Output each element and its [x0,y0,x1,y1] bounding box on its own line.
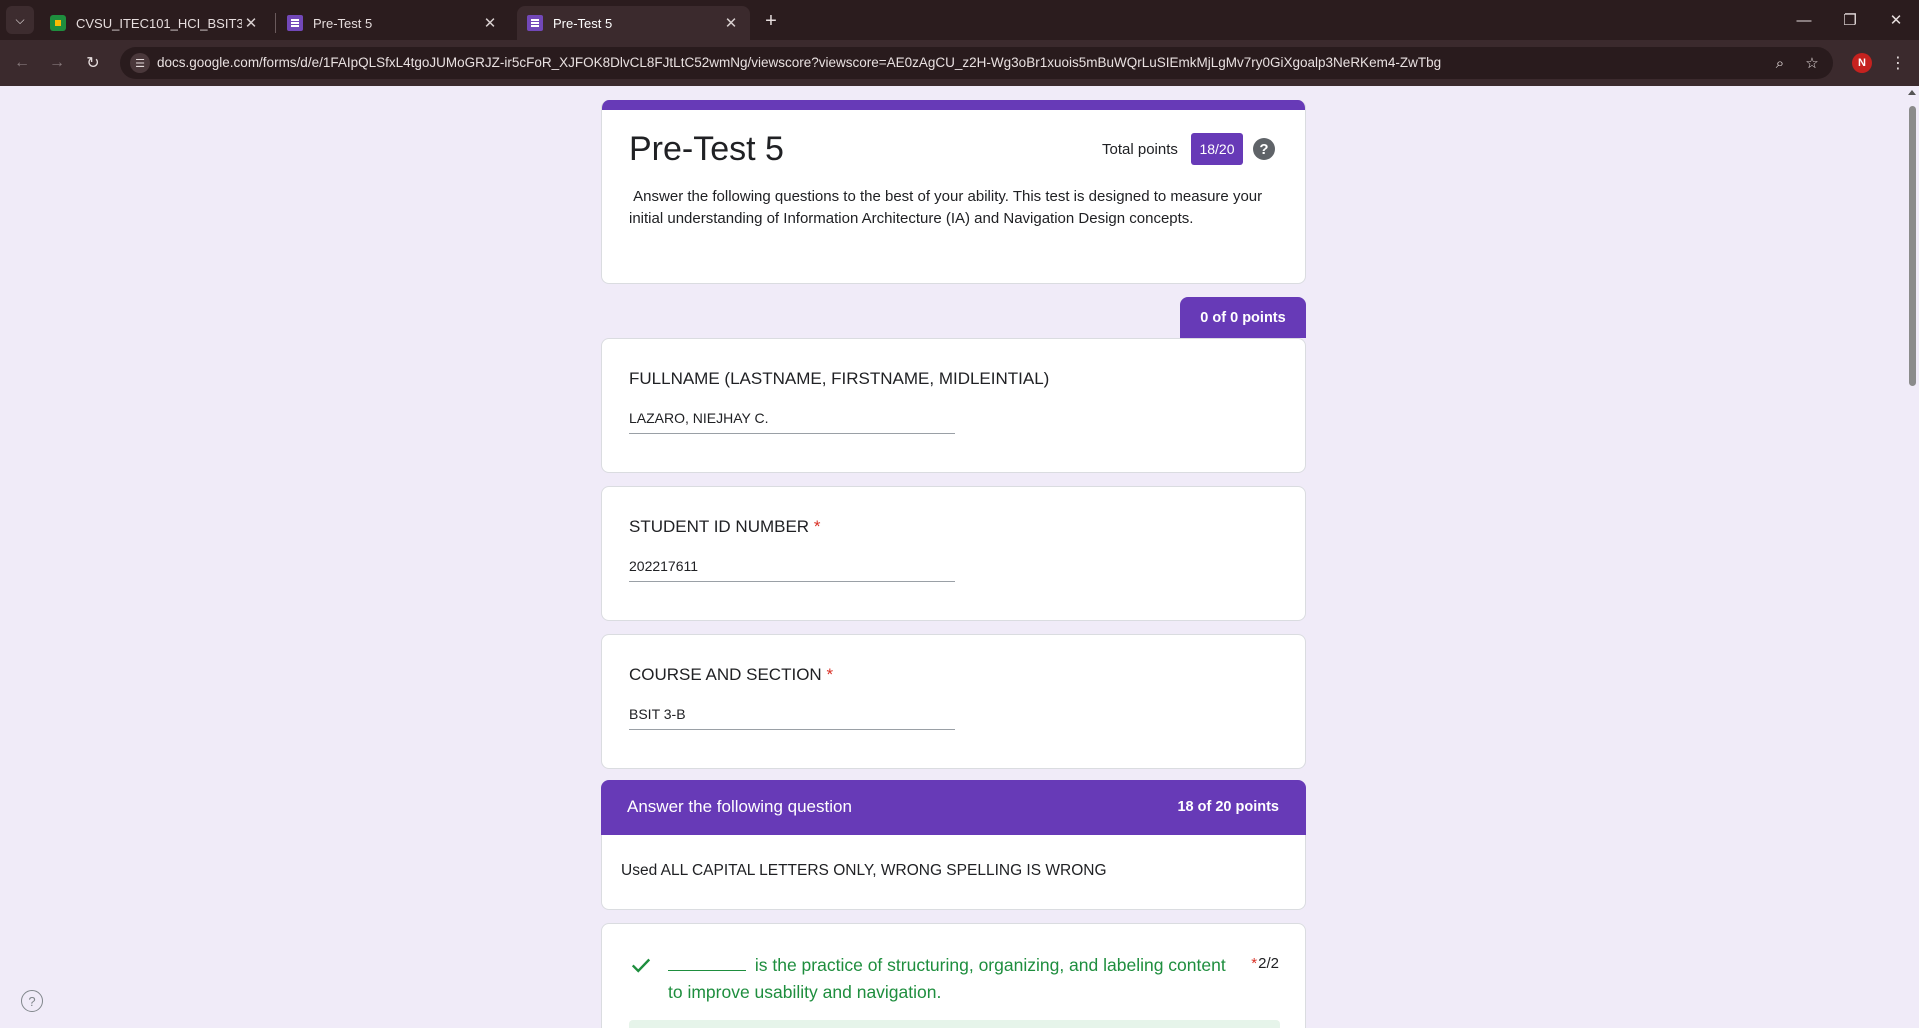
tab-search-button[interactable]: ⌵ [6,6,34,34]
browser-tab-pretest-active[interactable]: Pre-Test 5 ✕ [517,6,750,40]
question-score: *2/2 [1251,955,1279,972]
minimize-icon: — [1796,11,1812,29]
help-circle-icon[interactable]: ? [21,990,43,1012]
back-button[interactable]: ← [8,49,36,77]
answer-value: 202217611 [629,558,955,582]
browser-menu-button[interactable]: ⋮ [1888,50,1908,76]
scrollbar-thumb[interactable] [1909,106,1916,386]
bookmark-star-icon[interactable]: ☆ [1802,53,1822,73]
browser-toolbar: ← → ↻ ☰ docs.google.com/forms/d/e/1FAIpQ… [0,40,1919,86]
plus-icon: + [765,9,777,32]
arrow-right-icon: → [49,54,65,71]
scroll-up-arrow-icon[interactable] [1908,90,1916,95]
required-asterisk: * [1251,955,1258,972]
required-asterisk: * [813,517,821,536]
correct-check-icon [631,958,651,973]
required-asterisk: * [826,665,834,684]
site-info-icon[interactable]: ☰ [130,53,150,73]
total-points-label: Total points [1102,141,1178,158]
new-tab-button[interactable]: + [758,8,784,34]
section-title: Answer the following question [627,797,852,816]
question-title: FULLNAME (LASTNAME, FIRSTNAME, MIDLEINTI… [629,369,1049,389]
google-forms-icon [527,15,543,31]
fill-blank-line [668,953,746,971]
browser-tab-chat[interactable]: CVSU_ITEC101_HCI_BSIT3B - Ch ✕ [40,6,270,40]
address-bar[interactable]: ☰ docs.google.com/forms/d/e/1FAIpQLSfxL4… [120,47,1833,79]
question-score-value: 2/2 [1258,955,1279,972]
restore-button[interactable]: ❐ [1827,0,1873,40]
intro-section-points: 0 of 0 points [1180,297,1306,338]
page-scrollbar[interactable] [1905,86,1919,1028]
google-forms-icon [287,15,303,31]
question-title-text: STUDENT ID NUMBER [629,517,810,536]
zoom-icon[interactable]: ⌕ [1770,53,1790,73]
section-description-card: Used ALL CAPITAL LETTERS ONLY, WRONG SPE… [601,835,1306,910]
more-vert-icon: ⋮ [1890,55,1906,72]
form-description: Answer the following questions to the be… [629,188,1267,227]
url-text[interactable]: docs.google.com/forms/d/e/1FAIpQLSfxL4tg… [157,55,1441,70]
browser-tab-pretest[interactable]: Pre-Test 5 ✕ [277,6,509,40]
question-card-course-section: COURSE AND SECTION * BSIT 3-B [601,634,1306,769]
question-title-text: FULLNAME (LASTNAME, FIRSTNAME, MIDLEINTI… [629,369,1050,388]
tab-title: CVSU_ITEC101_HCI_BSIT3B - Ch [76,15,242,31]
question-title-text: COURSE AND SECTION [629,665,822,684]
correct-answer-box [629,1020,1280,1028]
tab-divider [275,13,276,33]
browser-tab-bar: ⌵ CVSU_ITEC101_HCI_BSIT3B - Ch ✕ Pre-Tes… [0,0,1919,40]
profile-avatar[interactable]: N [1852,53,1872,73]
close-window-button[interactable]: ✕ [1873,0,1919,40]
question-title: STUDENT ID NUMBER * [629,517,820,537]
form-title: Pre-Test 5 [629,130,784,168]
total-score-badge: 18/20 [1191,133,1243,165]
form-header-card: Pre-Test 5 Total points 18/20 ? Answer t… [601,100,1306,284]
restore-icon: ❐ [1843,12,1857,29]
google-chat-icon [50,15,66,31]
question-text: is the practice of structuring, organizi… [668,952,1228,1006]
section-score: 18 of 20 points [1177,799,1279,815]
question-text-content: is the practice of structuring, organizi… [668,955,1226,1002]
tab-title: Pre-Test 5 [313,15,373,31]
accent-band [602,100,1305,110]
question-card-item-1: is the practice of structuring, organizi… [601,923,1306,1028]
question-card-student-id: STUDENT ID NUMBER * 202217611 [601,486,1306,621]
question-card-fullname: FULLNAME (LASTNAME, FIRSTNAME, MIDLEINTI… [601,338,1306,473]
section-description: Used ALL CAPITAL LETTERS ONLY, WRONG SPE… [621,862,1107,879]
arrow-left-icon: ← [14,54,30,71]
help-icon[interactable]: ? [1253,138,1275,160]
reload-icon: ↻ [86,55,100,72]
answer-value: BSIT 3-B [629,706,955,730]
answer-value: LAZARO, NIEJHAY C. [629,410,955,434]
chevron-down-icon: ⌵ [15,12,25,27]
tab-title: Pre-Test 5 [553,15,613,31]
close-icon[interactable]: ✕ [242,14,260,32]
close-icon: ✕ [1889,12,1903,29]
question-title: COURSE AND SECTION * [629,665,833,685]
minimize-button[interactable]: — [1781,0,1827,40]
section-header: Answer the following question 18 of 20 p… [601,780,1306,835]
forward-button[interactable]: → [43,49,71,77]
reload-button[interactable]: ↻ [79,49,107,77]
close-icon[interactable]: ✕ [481,14,499,32]
close-icon[interactable]: ✕ [722,14,740,32]
